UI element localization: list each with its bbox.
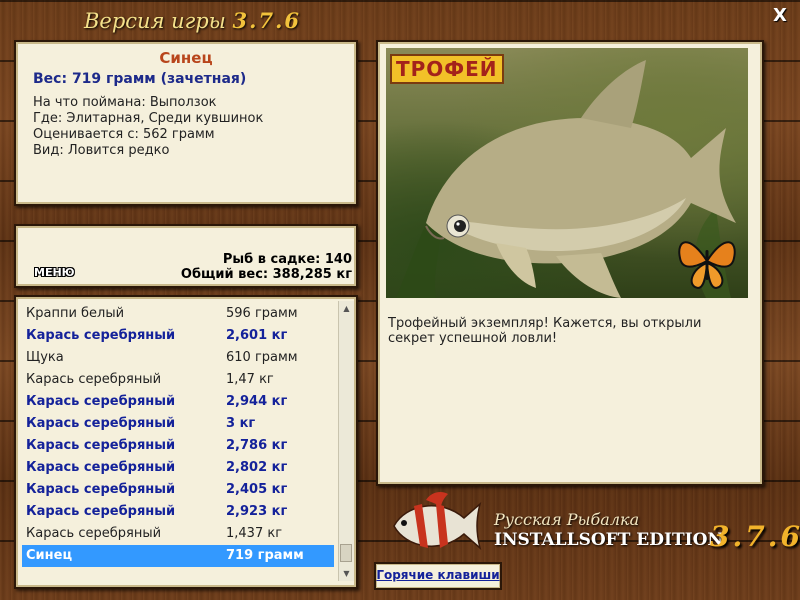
- catch-row-weight: 2,786 кг: [226, 438, 288, 453]
- catch-row-weight: 2,923 кг: [226, 504, 288, 519]
- butterfly-icon: [678, 241, 736, 290]
- catch-row-fish-name: Карась серебряный: [26, 482, 176, 497]
- striped-fish-logo-icon: [393, 492, 482, 551]
- catch-row-fish-name: Карась серебряный: [26, 438, 176, 453]
- catch-list-row[interactable]: Карась серебряный 2,944 кг: [22, 391, 334, 413]
- fish-photo: ТРОФЕЙ: [386, 48, 748, 298]
- logo-version: 3.7.6: [710, 520, 800, 553]
- catch-list-row[interactable]: Карась серебряный 1,437 кг: [22, 523, 334, 545]
- scroll-thumb[interactable]: [340, 544, 352, 562]
- window-title: Версия игры 3.7.6: [0, 8, 385, 33]
- fish-photo-panel: ТРОФЕЙ Трофейный экземпляр! Кажется, вы …: [376, 40, 764, 486]
- hotkeys-button[interactable]: Горячие клавиши: [374, 562, 502, 590]
- catch-list[interactable]: Краппи белый 596 грамм Карась серебряный 2,…: [14, 295, 358, 589]
- catch-info-panel: Синец Вес: 719 грамм (зачетная) На что п…: [14, 40, 358, 206]
- fish-weight: Вес: 719 грамм (зачетная): [33, 71, 247, 87]
- catch-row-fish-name: Краппи белый: [26, 306, 125, 321]
- catch-row-fish-name: Синец: [26, 548, 73, 563]
- catch-row-weight: 610 грамм: [226, 350, 298, 365]
- menu-button[interactable]: МЕНЮ: [34, 266, 75, 279]
- catch-row-weight: 2,405 кг: [226, 482, 288, 497]
- catch-row-weight: 2,944 кг: [226, 394, 288, 409]
- logo-title: Русская Рыбалка: [494, 510, 640, 529]
- catch-list-rows: Краппи белый 596 грамм Карась серебряный 2,…: [22, 303, 334, 567]
- catch-row-fish-name: Карась серебряный: [26, 372, 162, 387]
- fish-name: Синец: [159, 49, 213, 67]
- catch-list-row[interactable]: Карась серебряный 2,786 кг: [22, 435, 334, 457]
- catch-row-weight: 2,802 кг: [226, 460, 288, 475]
- catch-row-fish-name: Карась серебряный: [26, 328, 176, 343]
- catch-row-weight: 596 грамм: [226, 306, 298, 321]
- catch-row-fish-name: Карась серебряный: [26, 394, 176, 409]
- scroll-up-arrow-icon[interactable]: ▲: [339, 301, 354, 316]
- logo-edition: INSTALLSOFT EDITION: [494, 530, 723, 550]
- catch-list-row[interactable]: Карась серебряный 2,802 кг: [22, 457, 334, 479]
- catch-list-row[interactable]: Карась серебряный 3 кг: [22, 413, 334, 435]
- catch-list-row[interactable]: Карась серебряный 1,47 кг: [22, 369, 334, 391]
- catch-list-row[interactable]: Карась серебряный 2,923 кг: [22, 501, 334, 523]
- catch-list-row[interactable]: Карась серебряный 2,405 кг: [22, 479, 334, 501]
- catch-list-row[interactable]: Карась серебряный 2,601 кг: [22, 325, 334, 347]
- fish-count: Рыб в садке: 140: [222, 252, 352, 267]
- catch-list-row[interactable]: Краппи белый 596 грамм: [22, 303, 334, 325]
- title-version: 3.7.6: [232, 8, 301, 33]
- catch-row-weight: 3 кг: [226, 416, 256, 431]
- title-prefix: Версия игры: [83, 9, 226, 33]
- catch-row-fish-name: Карась серебряный: [26, 460, 176, 475]
- keepnet-stats-panel: МЕНЮ Рыб в садке: 140 Общий вес: 388,285…: [14, 224, 358, 288]
- scroll-down-arrow-icon[interactable]: ▼: [339, 566, 354, 581]
- bait-line: На что поймана: Выползок: [33, 95, 217, 110]
- location-line: Где: Элитарная, Среди кувшинок: [33, 111, 264, 126]
- catch-row-fish-name: Карась серебряный: [26, 416, 176, 431]
- rarity-line: Вид: Ловится редко: [33, 143, 170, 158]
- catch-row-weight: 1,47 кг: [226, 372, 274, 387]
- catch-list-row[interactable]: Синец 719 грамм: [22, 545, 334, 567]
- photo-caption: Трофейный экземпляр! Кажется, вы открыли…: [388, 316, 702, 346]
- catch-row-weight: 719 грамм: [226, 548, 304, 563]
- catch-row-fish-name: Карась серебряный: [26, 504, 176, 519]
- list-scrollbar[interactable]: ▲ ▼: [338, 301, 354, 581]
- threshold-line: Оценивается с: 562 грамм: [33, 127, 215, 142]
- catch-row-fish-name: Щука: [26, 350, 64, 365]
- trophy-badge: ТРОФЕЙ: [390, 54, 504, 84]
- catch-row-weight: 2,601 кг: [226, 328, 288, 343]
- catch-list-row[interactable]: Щука 610 грамм: [22, 347, 334, 369]
- catch-row-weight: 1,437 кг: [226, 526, 283, 541]
- close-button[interactable]: X: [770, 6, 790, 26]
- catch-row-fish-name: Карась серебряный: [26, 526, 162, 541]
- total-weight: Общий вес: 388,285 кг: [180, 267, 352, 282]
